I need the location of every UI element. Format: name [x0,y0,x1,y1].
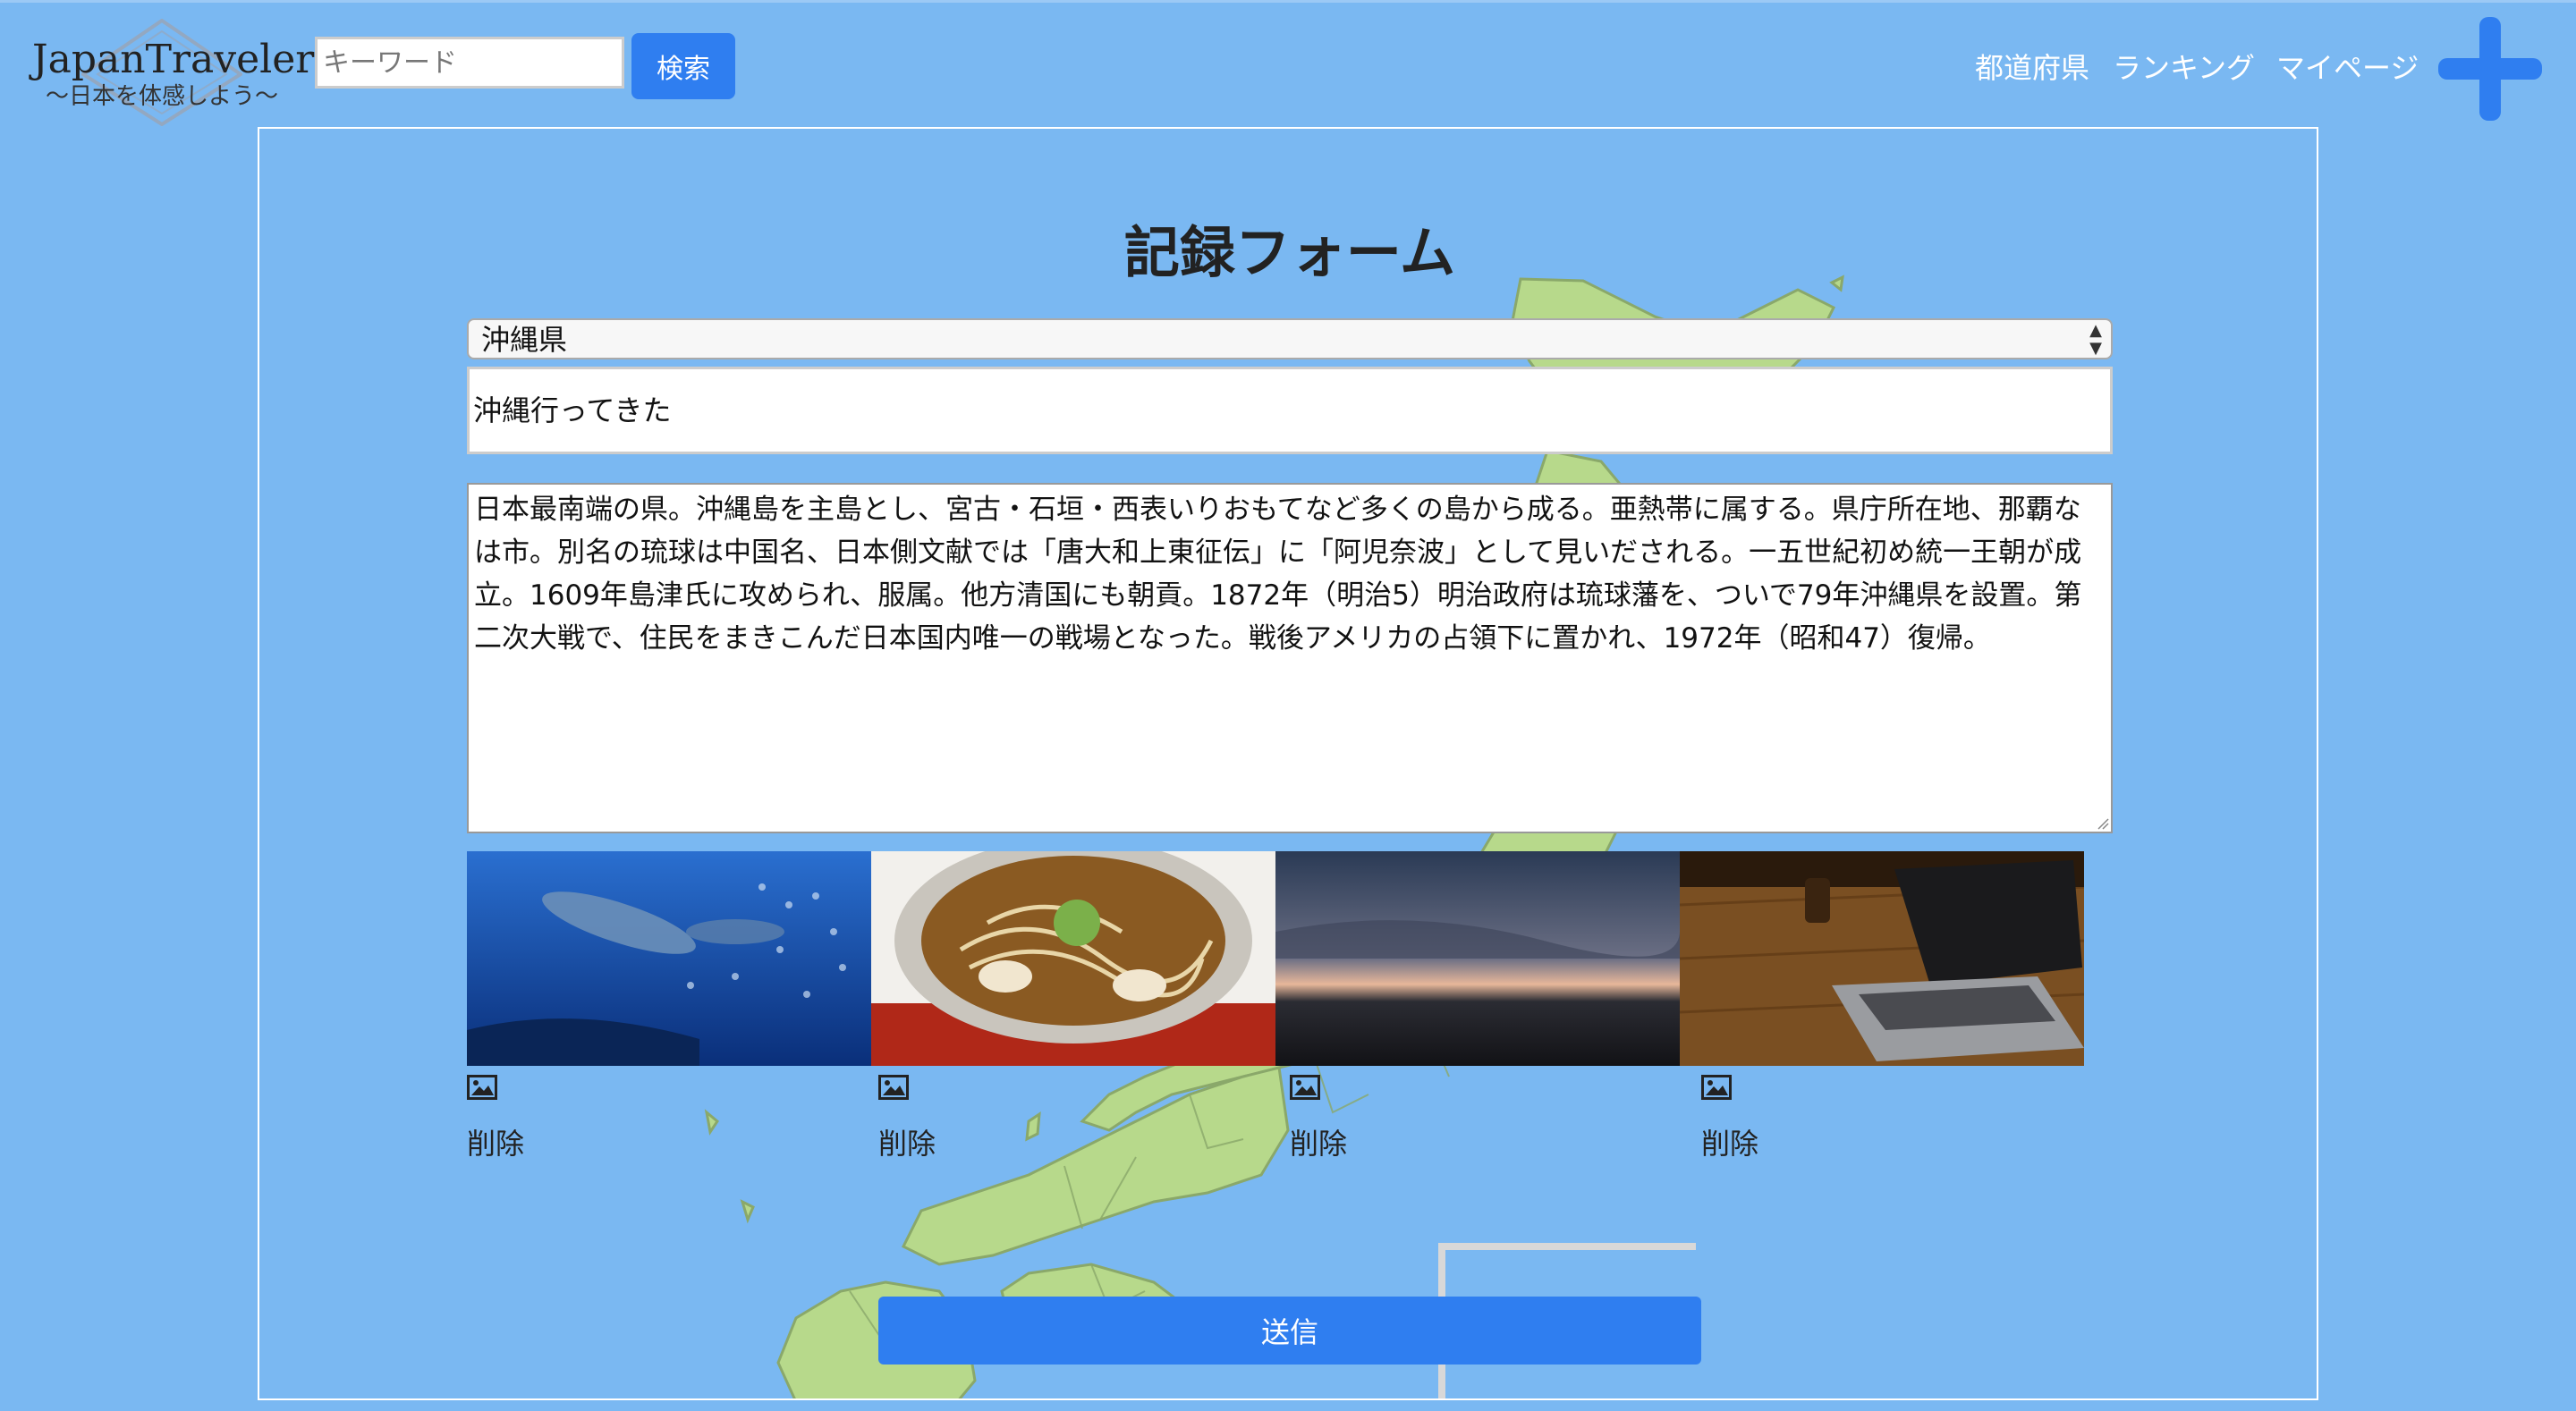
site-header: JapanTraveler 〜日本を体感しよう〜 検索 都道府県 ランキング マ… [0,0,2576,126]
image-icon [878,1075,909,1100]
form-title: 記録フォーム [1123,220,1456,285]
plus-icon[interactable] [2438,17,2542,121]
photo-thumbnail-2[interactable] [871,851,1275,1066]
photo-thumbnail-1[interactable] [467,851,871,1066]
post-title-input[interactable]: 沖縄行ってきた [467,367,2113,454]
image-icon [1290,1075,1320,1100]
prefecture-select-value: 沖縄県 [481,323,568,357]
delete-photo-3-link[interactable]: 削除 [1290,1121,1347,1162]
nav-link-ranking[interactable]: ランキング [2113,46,2255,87]
resize-handle-icon[interactable] [2095,815,2109,830]
delete-photo-2-link[interactable]: 削除 [878,1121,936,1162]
nav-link-prefectures[interactable]: 都道府県 [1975,46,2089,87]
search-button[interactable]: 検索 [631,33,735,99]
nav-link-mypage[interactable]: マイページ [2276,46,2419,87]
logo-subtitle: 〜日本を体感しよう〜 [45,83,278,110]
sunset-photo [1275,851,1680,1066]
soba-photo [871,851,1275,1066]
post-body-textarea[interactable]: 日本最南端の県。沖縄島を主島とし、宮古・石垣・西表いりおもてなど多くの島から成る… [467,483,2113,833]
select-arrows-icon: ▲ ▼ [2089,321,2102,358]
image-icon [1701,1075,1732,1100]
logo-title: JapanTraveler [32,37,315,82]
photo-thumbnail-4[interactable] [1680,851,2084,1066]
site-logo[interactable]: JapanTraveler 〜日本を体感しよう〜 [32,19,315,126]
photo-thumbnail-3[interactable] [1275,851,1680,1066]
record-form-panel: 記録フォーム 沖縄県 ▲ ▼ 沖縄行ってきた 日本最南端の県。沖縄島を主島とし、宮… [258,127,2318,1400]
search-input[interactable] [315,37,624,89]
post-body-text: 日本最南端の県。沖縄島を主島とし、宮古・石垣・西表いりおもてなど多くの島から成る… [474,494,2082,655]
laptop-photo [1680,851,2084,1066]
delete-photo-1-link[interactable]: 削除 [467,1121,524,1162]
submit-button[interactable]: 送信 [878,1297,1701,1365]
delete-photo-4-link[interactable]: 削除 [1701,1121,1758,1162]
prefecture-select[interactable]: 沖縄県 ▲ ▼ [467,318,2113,359]
image-icon [467,1075,497,1100]
aquarium-photo [467,851,871,1066]
